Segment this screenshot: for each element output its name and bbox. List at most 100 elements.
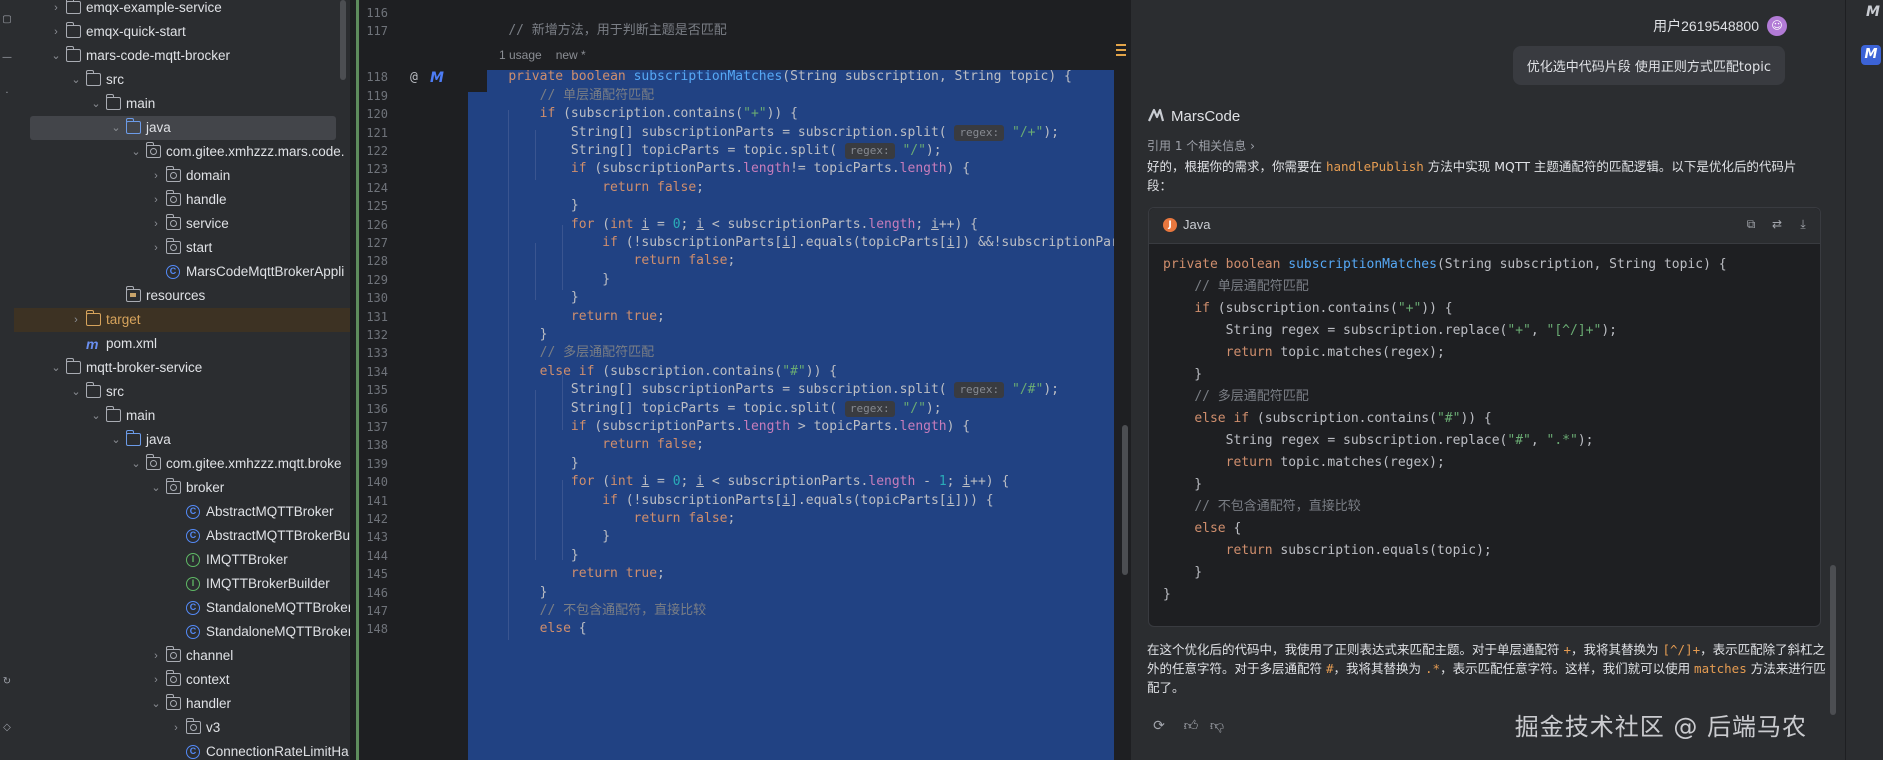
- class-icon: C: [166, 265, 180, 279]
- tree-item[interactable]: ⌄ com.gitee.xmhzzz.mars.code.: [14, 140, 350, 164]
- tree-item[interactable]: › v3: [14, 716, 350, 740]
- bot-name: MarsCode: [1171, 108, 1241, 125]
- tree-item[interactable]: ⌄ main: [14, 404, 350, 428]
- tree-item[interactable]: I IMQTTBroker: [14, 548, 350, 572]
- tree-item[interactable]: C StandaloneMQTTBroker: [14, 620, 350, 644]
- tree-item[interactable]: I IMQTTBrokerBuilder: [14, 572, 350, 596]
- chevron-right-icon[interactable]: ›: [50, 0, 62, 20]
- reference-link[interactable]: 引用 1 个相关信息 ›: [1147, 137, 1255, 154]
- error-stripe-mark[interactable]: [1116, 54, 1126, 56]
- apply-diff-icon[interactable]: ⤓: [1795, 217, 1811, 233]
- tree-item[interactable]: › handle: [14, 188, 350, 212]
- git-tool-icon[interactable]: ↻: [0, 676, 14, 687]
- tree-item[interactable]: resources: [14, 284, 350, 308]
- tree-item[interactable]: ⌄ java: [14, 428, 350, 452]
- marscode-gutter-icon[interactable]: M: [430, 70, 444, 86]
- project-tool-icon[interactable]: ▢: [0, 14, 14, 25]
- tree-item[interactable]: C MarsCodeMqttBrokerAppli: [14, 260, 350, 284]
- tree-item[interactable]: C AbstractMQTTBroker: [14, 500, 350, 524]
- chevron-down-icon[interactable]: ⌄: [130, 452, 142, 476]
- tree-item[interactable]: ⌄ src: [14, 68, 350, 92]
- chevron-right-icon[interactable]: ›: [70, 308, 82, 332]
- right-tool-strip: [1845, 0, 1883, 760]
- chevron-down-icon[interactable]: ⌄: [50, 356, 62, 380]
- class-icon: C: [186, 625, 200, 639]
- chevron-down-icon[interactable]: ⌄: [110, 116, 122, 140]
- chevron-down-icon[interactable]: ⌄: [110, 428, 122, 452]
- tree-item-label: com.gitee.xmhzzz.mars.code.: [166, 144, 345, 159]
- module-folder-icon: [65, 46, 81, 62]
- package-icon: [165, 670, 181, 686]
- marscode-tool-button[interactable]: M: [1861, 45, 1881, 65]
- chevron-down-icon[interactable]: ⌄: [130, 140, 142, 164]
- tree-item[interactable]: ⌄ broker: [14, 476, 350, 500]
- tree-item[interactable]: ⌄ java: [14, 116, 350, 140]
- more-tools-icon[interactable]: ·: [0, 88, 14, 99]
- indent-guide: [562, 225, 563, 290]
- chevron-right-icon[interactable]: ›: [150, 644, 162, 668]
- error-stripe-mark[interactable]: [1116, 49, 1126, 51]
- regenerate-icon[interactable]: ⟳: [1147, 714, 1171, 738]
- chevron-right-icon[interactable]: ›: [150, 212, 162, 236]
- tree-item[interactable]: › channel: [14, 644, 350, 668]
- tree-item[interactable]: C StandaloneMQTTBroker: [14, 596, 350, 620]
- watermark: 掘金技术社区 @ 后端马农: [1514, 713, 1807, 741]
- copy-code-icon[interactable]: ⧉: [1743, 217, 1759, 233]
- insert-code-icon[interactable]: ⇄: [1769, 217, 1785, 233]
- error-stripe-mark[interactable]: [1116, 44, 1126, 46]
- chevron-right-icon[interactable]: ›: [150, 236, 162, 260]
- tree-item[interactable]: ⌄ main: [14, 92, 350, 116]
- tree-item[interactable]: › emqx-example-service: [14, 0, 350, 20]
- chevron-down-icon[interactable]: ⌄: [90, 404, 102, 428]
- tree-item[interactable]: › emqx-quick-start: [14, 20, 350, 44]
- left-tool-strip: ▢ — · ↻ ◇: [0, 0, 14, 760]
- chevron-right-icon[interactable]: ›: [170, 716, 182, 740]
- chevron-right-icon[interactable]: ›: [50, 20, 62, 44]
- tree-item[interactable]: C AbstractMQTTBrokerBui: [14, 524, 350, 548]
- chevron-right-icon[interactable]: ›: [150, 164, 162, 188]
- tree-item[interactable]: m pom.xml: [14, 332, 350, 356]
- tree-item[interactable]: › service: [14, 212, 350, 236]
- thumbs-down-icon[interactable]: 👎︎: [1205, 714, 1229, 738]
- chevron-down-icon[interactable]: ⌄: [150, 476, 162, 500]
- chevron-right-icon[interactable]: ›: [150, 668, 162, 692]
- tree-item-label: handle: [186, 192, 227, 207]
- problems-tool-icon[interactable]: ◇: [0, 722, 14, 733]
- tree-item[interactable]: ⌄ mqtt-broker-service: [14, 356, 350, 380]
- marscode-top-icon[interactable]: M: [1866, 4, 1880, 20]
- code-editor[interactable]: 116 117 118 119 120 121 122 123 124 125 126 127 128 1…: [350, 0, 1128, 760]
- code-line[interactable]: // 新增方法，用于判断主题是否匹配: [477, 20, 726, 42]
- package-icon: [165, 646, 181, 662]
- explain-regex-2: .*: [1425, 661, 1441, 676]
- tree-item[interactable]: › context: [14, 668, 350, 692]
- chevron-down-icon[interactable]: ⌄: [70, 68, 82, 92]
- tree-item[interactable]: C ConnectionRateLimitHa: [14, 740, 350, 760]
- thumbs-up-icon[interactable]: 👍︎: [1179, 714, 1203, 738]
- tree-item[interactable]: › domain: [14, 164, 350, 188]
- tree-item[interactable]: › start: [14, 236, 350, 260]
- chat-scrollbar[interactable]: [1830, 565, 1836, 715]
- override-marker-icon[interactable]: @: [410, 70, 418, 85]
- tree-item-label: IMQTTBroker: [206, 552, 288, 567]
- structure-tool-icon[interactable]: —: [0, 52, 14, 63]
- tree-item[interactable]: ⌄ com.gitee.xmhzzz.mqtt.broke: [14, 452, 350, 476]
- chevron-down-icon[interactable]: ⌄: [150, 692, 162, 716]
- code-line[interactable]: else {: [477, 618, 587, 640]
- module-folder-icon: [65, 358, 81, 374]
- interface-icon: I: [186, 577, 200, 591]
- tree-item[interactable]: ⌄ handler: [14, 692, 350, 716]
- package-icon: [185, 718, 201, 734]
- chevron-right-icon[interactable]: ›: [150, 188, 162, 212]
- chevron-down-icon[interactable]: ⌄: [70, 380, 82, 404]
- tree-item[interactable]: › target: [14, 308, 350, 332]
- chevron-down-icon[interactable]: ⌄: [90, 92, 102, 116]
- tree-item[interactable]: ⌄ mars-code-mqtt-brocker: [14, 44, 350, 68]
- tree-item[interactable]: ⌄ src: [14, 380, 350, 404]
- tree-item-label: StandaloneMQTTBroker: [206, 600, 350, 615]
- indent-guide: [535, 243, 536, 300]
- project-tree-scrollbar[interactable]: [340, 0, 346, 80]
- tree-item-label: main: [126, 96, 156, 111]
- chevron-down-icon[interactable]: ⌄: [50, 44, 62, 68]
- tree-item-label: emqx-quick-start: [86, 24, 186, 39]
- interface-icon: I: [186, 553, 200, 567]
